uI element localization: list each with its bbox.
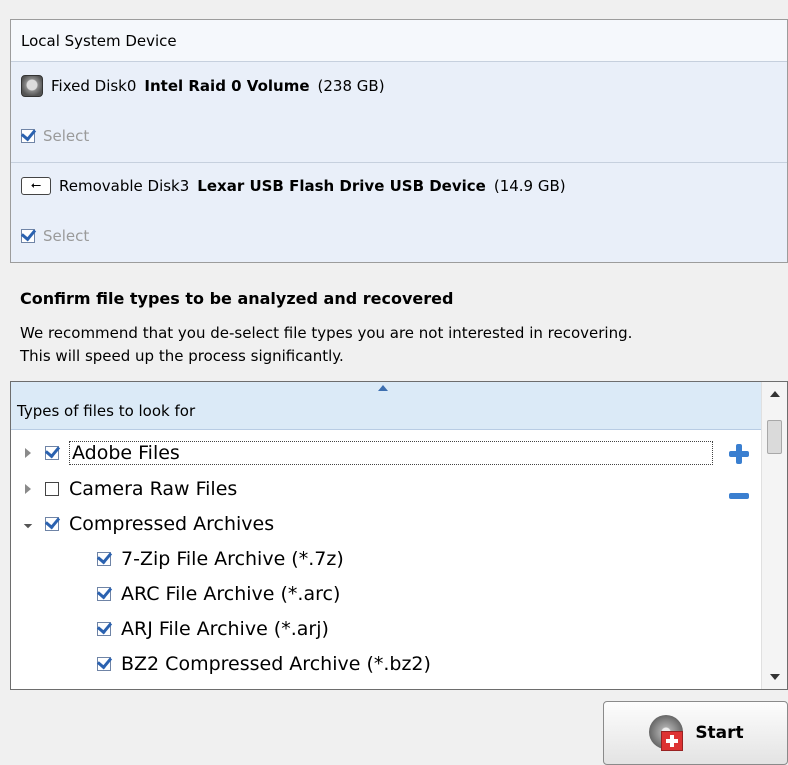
device-name: Intel Raid 0 Volume — [144, 77, 310, 95]
tree-item-camera-raw-files[interactable]: Camera Raw Files — [25, 472, 237, 506]
tree-item-arc[interactable]: ARC File Archive (*.arc) — [97, 577, 340, 611]
expand-all-plus-icon[interactable] — [729, 444, 749, 464]
tree-item-7zip[interactable]: 7-Zip File Archive (*.7z) — [97, 542, 344, 576]
scroll-down-button[interactable] — [762, 665, 787, 689]
usb-icon: ⭠ — [21, 177, 51, 195]
sort-arrow-icon — [378, 385, 388, 391]
device-name: Lexar USB Flash Drive USB Device — [197, 177, 486, 195]
tree-checkbox[interactable] — [97, 657, 111, 671]
tree-checkbox[interactable] — [45, 517, 59, 531]
device-size: (14.9 GB) — [493, 177, 566, 195]
confirm-line-1: We recommend that you de-select file typ… — [20, 324, 633, 342]
scroll-up-arrow-icon — [770, 391, 780, 397]
tree-item-arj[interactable]: ARJ File Archive (*.arj) — [97, 612, 329, 646]
file-types-header[interactable]: Types of files to look for — [11, 382, 761, 430]
tree-item-label: Adobe Files — [69, 441, 713, 465]
scroll-thumb[interactable] — [767, 420, 782, 454]
tree-item-label: ARC File Archive (*.arc) — [121, 583, 341, 605]
device-prefix: Removable Disk3 — [59, 177, 190, 195]
scroll-down-arrow-icon — [770, 674, 780, 680]
device-size: (238 GB) — [317, 77, 385, 95]
select-label: Select — [43, 127, 90, 145]
device-row-removable-disk3[interactable]: ⭠ Removable Disk3 Lexar USB Flash Drive … — [11, 162, 787, 210]
vertical-scrollbar[interactable] — [761, 382, 787, 689]
tree-item-label: 7-Zip File Archive (*.7z) — [121, 548, 344, 570]
tree-item-label: Camera Raw Files — [69, 478, 238, 500]
tree-item-label: Compressed Archives — [69, 513, 275, 535]
device-prefix: Fixed Disk0 — [51, 77, 137, 95]
tree-item-adobe-files[interactable]: Adobe Files — [25, 436, 713, 470]
tree-checkbox[interactable] — [97, 587, 111, 601]
collapse-arrow-icon[interactable] — [23, 519, 33, 529]
start-button-label: Start — [695, 723, 744, 743]
device-select-fixed-disk0[interactable]: Select — [11, 110, 787, 162]
confirm-line-2: This will speed up the process significa… — [20, 347, 344, 365]
device-panel-header: Local System Device — [11, 20, 787, 62]
expand-arrow-icon[interactable] — [25, 484, 31, 494]
tree-checkbox[interactable] — [97, 552, 111, 566]
select-checkbox[interactable] — [21, 129, 35, 143]
start-button[interactable]: Start — [603, 701, 788, 765]
confirm-title: Confirm file types to be analyzed and re… — [20, 289, 454, 308]
tree-item-label: BZ2 Compressed Archive (*.bz2) — [121, 653, 431, 675]
device-select-removable-disk3[interactable]: Select — [11, 210, 787, 262]
expand-arrow-icon[interactable] — [25, 448, 31, 458]
tree-checkbox[interactable] — [97, 622, 111, 636]
hard-disk-icon — [21, 75, 43, 97]
collapse-all-minus-icon[interactable] — [729, 493, 749, 499]
confirm-description: We recommend that you de-select file typ… — [20, 322, 780, 368]
recovery-disk-icon — [647, 713, 687, 753]
tree-checkbox[interactable] — [45, 482, 59, 496]
tree-item-compressed-archives[interactable]: Compressed Archives — [23, 507, 275, 541]
file-types-header-label: Types of files to look for — [17, 402, 196, 420]
device-panel: Local System Device Fixed Disk0 Intel Ra… — [10, 19, 788, 263]
select-label: Select — [43, 227, 90, 245]
tree-checkbox[interactable] — [45, 446, 59, 460]
scroll-up-button[interactable] — [762, 382, 787, 406]
tree-item-label: ARJ File Archive (*.arj) — [121, 618, 329, 640]
file-types-list: Types of files to look for Adobe Files C… — [10, 381, 788, 690]
tree-item-bz2[interactable]: BZ2 Compressed Archive (*.bz2) — [97, 647, 431, 681]
select-checkbox[interactable] — [21, 229, 35, 243]
device-row-fixed-disk0[interactable]: Fixed Disk0 Intel Raid 0 Volume (238 GB) — [11, 62, 787, 110]
